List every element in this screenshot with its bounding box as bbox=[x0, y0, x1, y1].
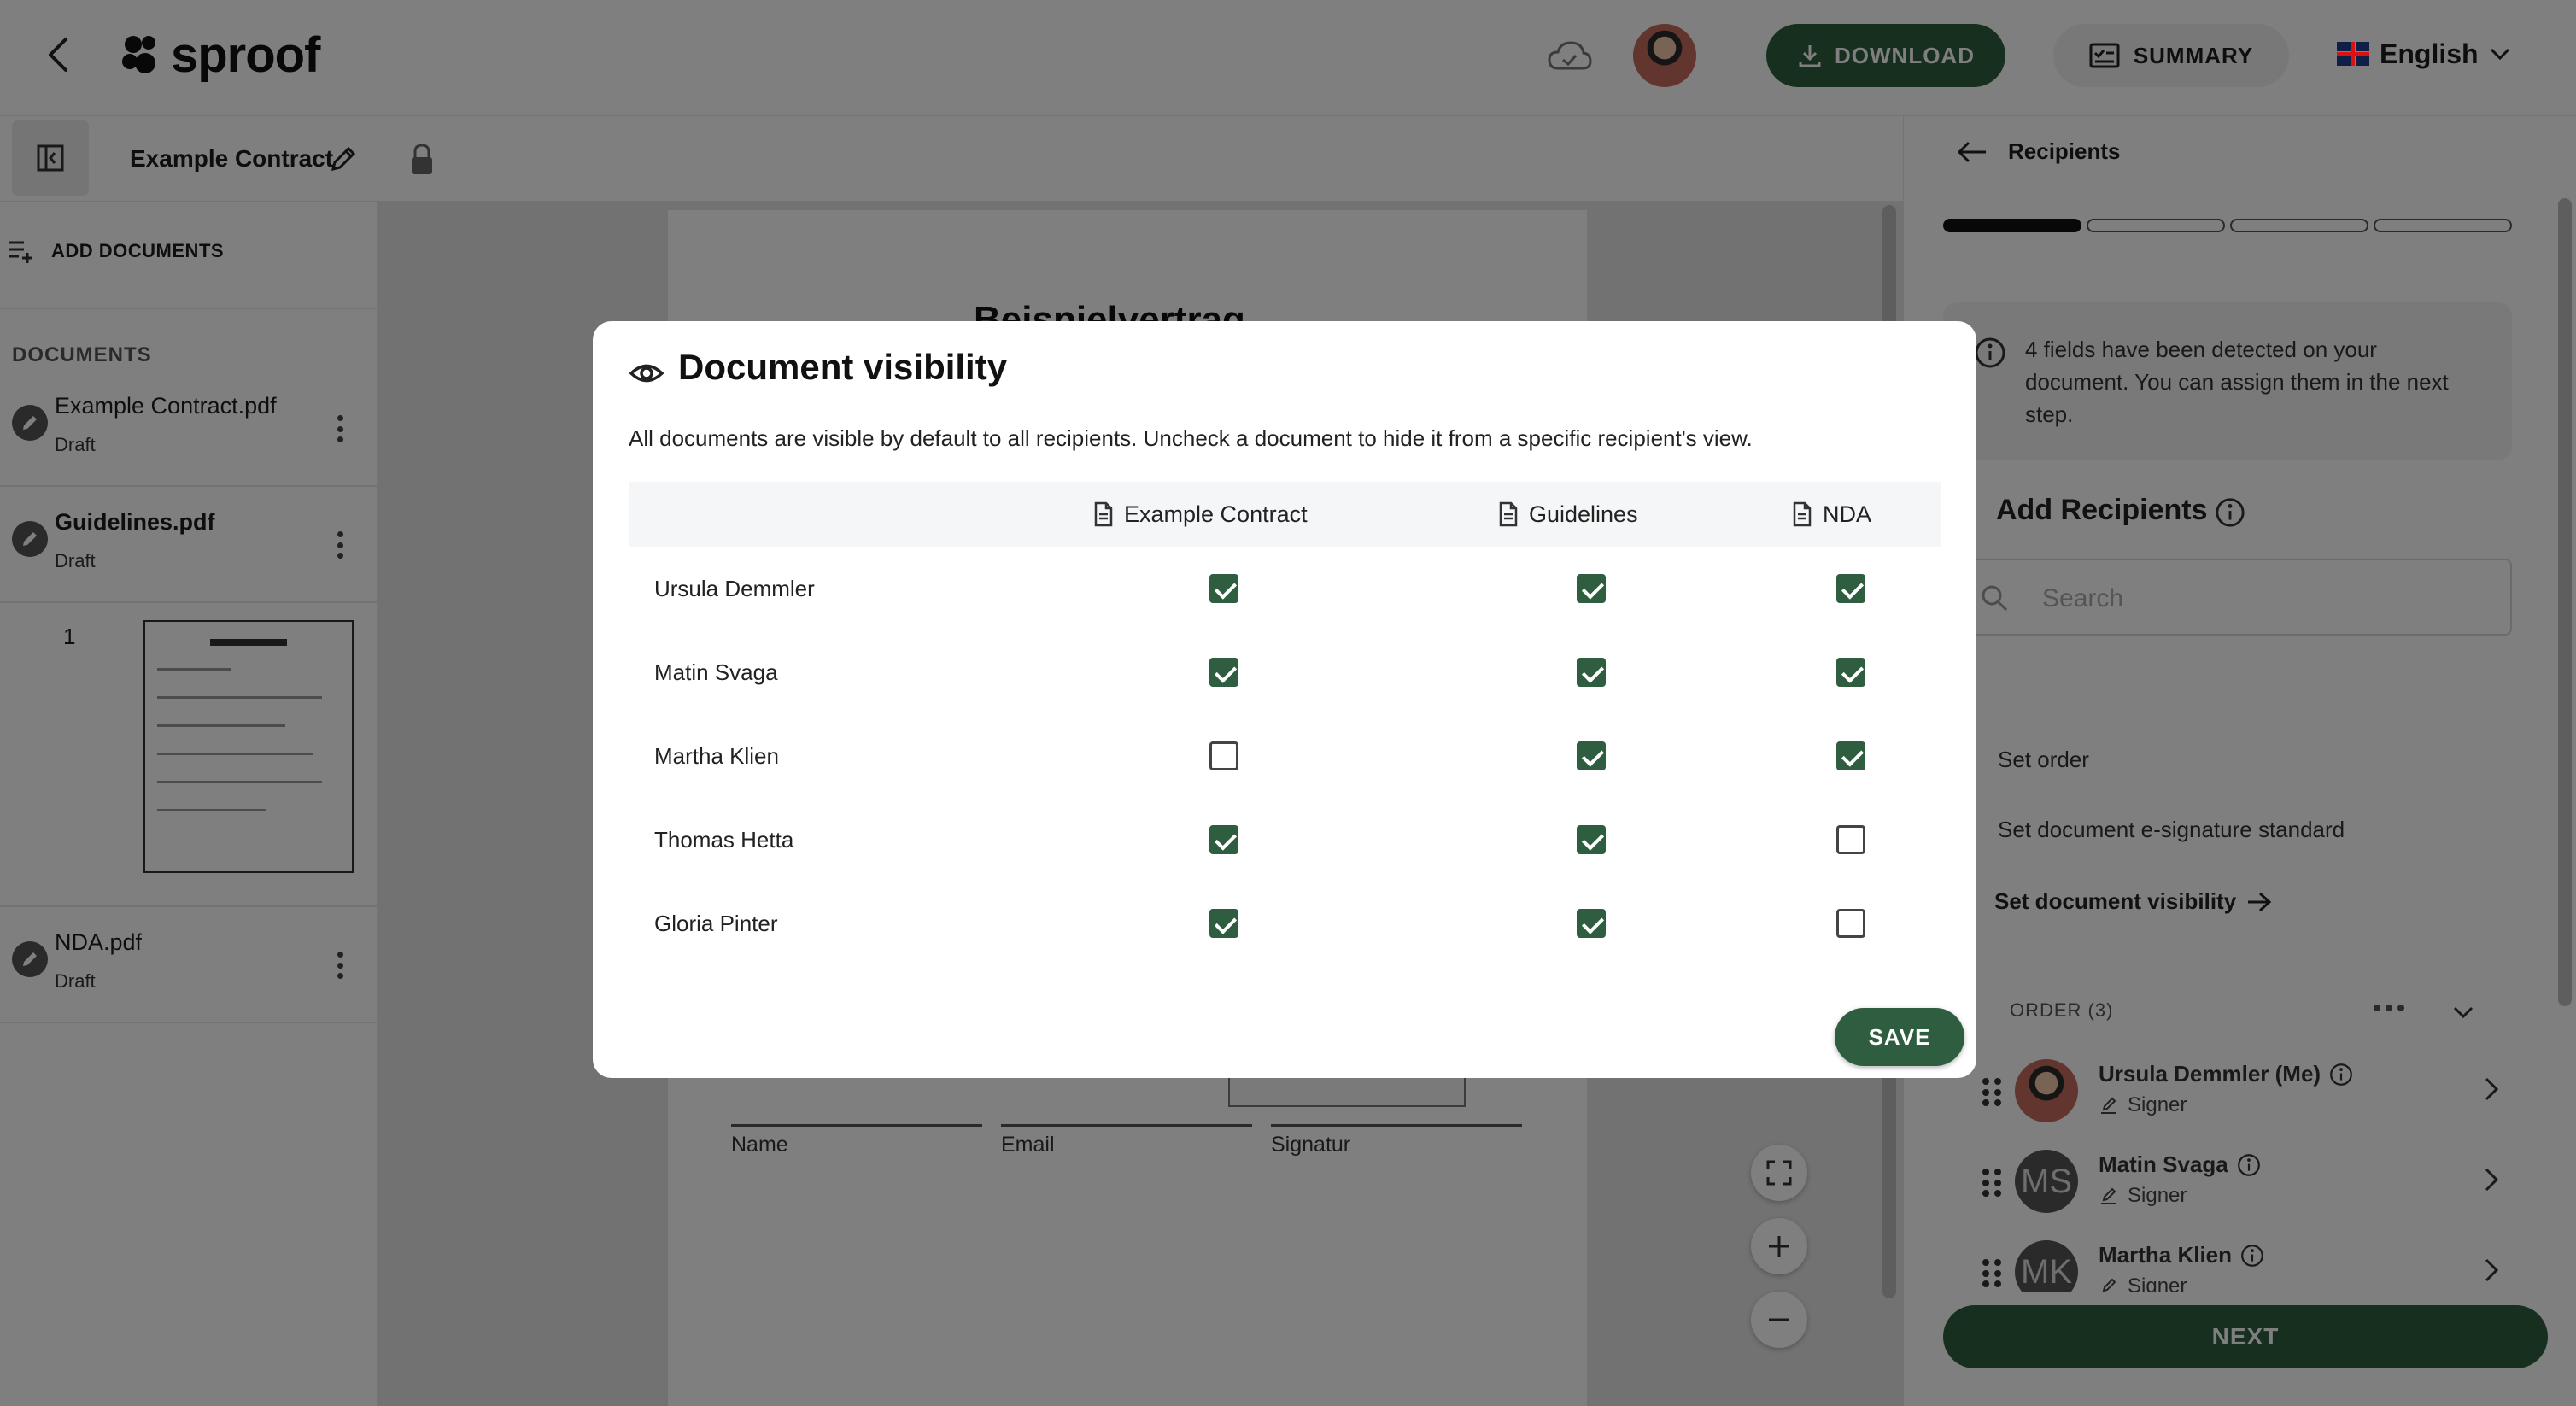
visibility-checkbox[interactable] bbox=[1836, 909, 1865, 938]
eye-icon bbox=[629, 364, 664, 383]
visibility-checkbox[interactable] bbox=[1577, 741, 1606, 770]
recipient-name: Gloria Pinter bbox=[654, 911, 778, 936]
column-label: Guidelines bbox=[1529, 501, 1638, 527]
table-row: Matin Svaga bbox=[629, 630, 1941, 714]
column-header: Guidelines bbox=[1498, 482, 1638, 547]
visibility-checkbox[interactable] bbox=[1209, 741, 1238, 770]
visibility-checkbox[interactable] bbox=[1209, 825, 1238, 854]
recipient-name: Thomas Hetta bbox=[654, 827, 794, 852]
visibility-checkbox[interactable] bbox=[1836, 825, 1865, 854]
table-header: Example Contract Guidelines NDA bbox=[629, 482, 1941, 547]
save-button[interactable]: SAVE bbox=[1835, 1008, 1964, 1066]
column-header: Example Contract bbox=[1093, 482, 1308, 547]
table-row: Martha Klien bbox=[629, 714, 1941, 798]
visibility-checkbox[interactable] bbox=[1209, 574, 1238, 603]
visibility-checkbox[interactable] bbox=[1577, 825, 1606, 854]
visibility-checkbox[interactable] bbox=[1209, 909, 1238, 938]
table-row: Ursula Demmler bbox=[629, 547, 1941, 630]
dialog-title: Document visibility bbox=[678, 347, 1008, 387]
visibility-checkbox[interactable] bbox=[1836, 658, 1865, 687]
visibility-checkbox[interactable] bbox=[1577, 658, 1606, 687]
visibility-checkbox[interactable] bbox=[1209, 658, 1238, 687]
recipient-name: Matin Svaga bbox=[654, 659, 778, 685]
column-header: NDA bbox=[1792, 482, 1871, 547]
visibility-checkbox[interactable] bbox=[1836, 741, 1865, 770]
table-row: Thomas Hetta bbox=[629, 798, 1941, 882]
column-label: NDA bbox=[1823, 501, 1872, 527]
table-row: Gloria Pinter bbox=[629, 882, 1941, 965]
document-icon bbox=[1793, 501, 1812, 527]
document-icon bbox=[1499, 501, 1518, 527]
visibility-checkbox[interactable] bbox=[1577, 574, 1606, 603]
visibility-checkbox[interactable] bbox=[1577, 909, 1606, 938]
dialog-description: All documents are visible by default to … bbox=[629, 425, 1753, 451]
document-visibility-dialog: Document visibility All documents are vi… bbox=[593, 321, 1976, 1078]
recipient-name: Ursula Demmler bbox=[654, 576, 815, 601]
recipient-name: Martha Klien bbox=[654, 743, 779, 769]
column-label: Example Contract bbox=[1124, 501, 1308, 527]
visibility-checkbox[interactable] bbox=[1836, 574, 1865, 603]
save-label: SAVE bbox=[1868, 1023, 1931, 1050]
document-icon bbox=[1094, 501, 1113, 527]
